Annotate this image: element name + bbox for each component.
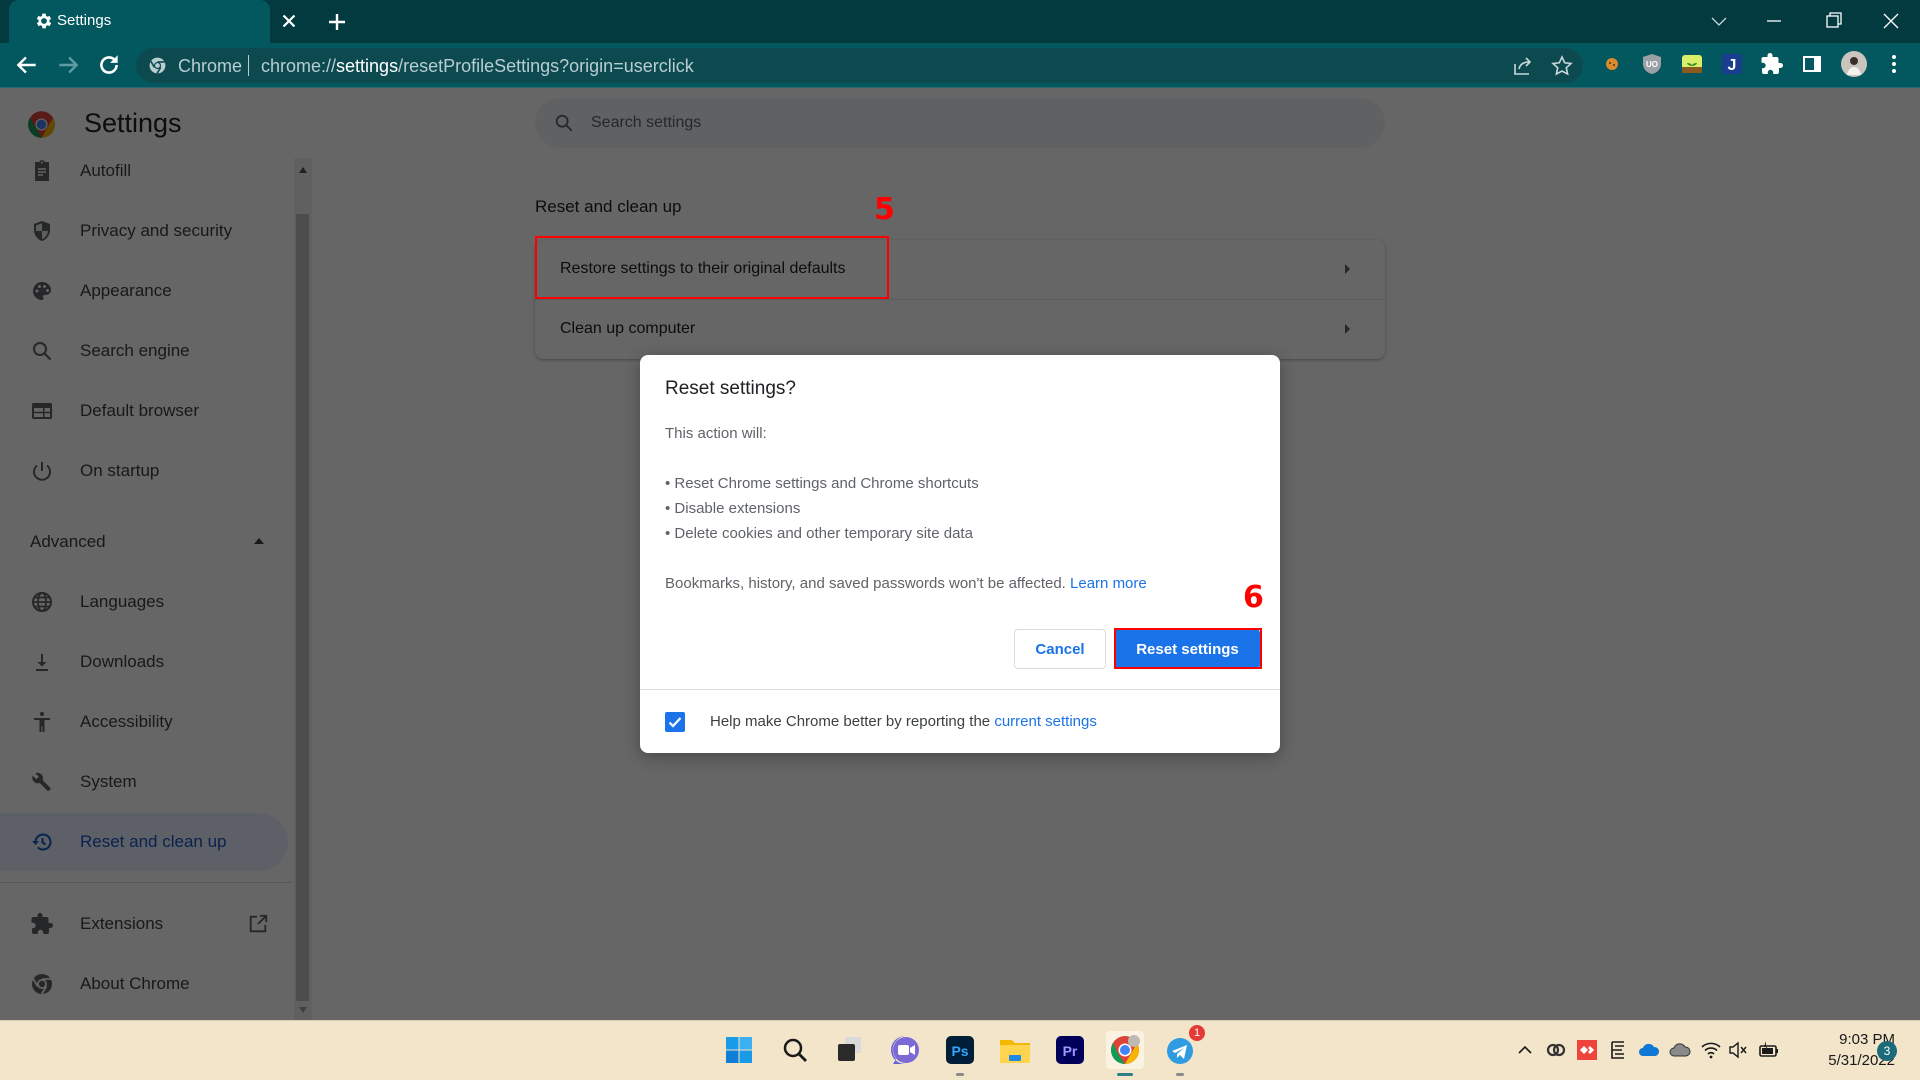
notification-count-badge[interactable]: 3 [1877, 1041, 1897, 1061]
annotation-step-6: 6 [1243, 580, 1264, 615]
url-text[interactable]: chrome://settings/resetProfileSettings?o… [261, 56, 694, 77]
dialog-bullet: • Delete cookies and other temporary sit… [665, 525, 973, 542]
chevron-up-icon[interactable] [1514, 1039, 1536, 1061]
creative-cloud-icon[interactable] [1545, 1039, 1567, 1061]
running-indicator [1176, 1073, 1184, 1076]
profile-avatar-icon[interactable] [1840, 50, 1868, 78]
annotation-step-5: 5 [874, 192, 895, 227]
dialog-intro: This action will: [665, 425, 767, 442]
learn-more-link[interactable]: Learn more [1070, 575, 1147, 592]
windows-taskbar: Ps Pr 1 9:03 PM 5/31/2022 3 [0, 1020, 1920, 1080]
current-settings-link[interactable]: current settings [994, 713, 1097, 730]
photoshop-icon: Ps [946, 1036, 974, 1064]
address-bar[interactable]: Chrome chrome://settings/resetProfileSet… [136, 48, 1583, 83]
tab-strip: Settings [0, 0, 1920, 43]
dialog-divider [640, 689, 1280, 690]
extensions-puzzle-icon[interactable] [1760, 52, 1784, 76]
annotation-box-step-6 [1114, 628, 1262, 669]
telegram-badge: 1 [1189, 1025, 1205, 1041]
omnibox-separator [248, 55, 249, 76]
svg-text:UO: UO [1646, 60, 1658, 69]
arrow-left-icon[interactable] [14, 52, 40, 78]
star-icon[interactable] [1550, 54, 1574, 78]
dialog-bullet: • Disable extensions [665, 500, 801, 517]
meet-chat-icon [891, 1036, 919, 1064]
restore-window-icon[interactable] [1818, 8, 1848, 34]
task-view-icon [838, 1037, 861, 1061]
site-name: Chrome [178, 56, 243, 76]
taskbar-start[interactable] [720, 1031, 758, 1069]
reset-settings-dialog: Reset settings? This action will: • Rese… [640, 355, 1280, 753]
browser-toolbar: Chrome chrome://settings/resetProfileSet… [0, 43, 1920, 88]
svg-text:Pr: Pr [1063, 1043, 1078, 1059]
onedrive-personal-icon[interactable] [1669, 1039, 1691, 1061]
j-extension-icon[interactable]: J [1720, 52, 1744, 76]
dialog-title: Reset settings? [665, 378, 796, 399]
svg-text:J: J [1728, 57, 1737, 74]
taskbar-meet-chat[interactable] [886, 1031, 924, 1069]
taskbar-search[interactable] [776, 1031, 814, 1069]
volume-muted-icon[interactable] [1727, 1039, 1749, 1061]
taskbar-premiere[interactable]: Pr [1051, 1031, 1089, 1069]
dialog-bullet: • Reset Chrome settings and Chrome short… [665, 475, 979, 492]
taskbar-chrome[interactable] [1106, 1031, 1144, 1076]
running-indicator [956, 1073, 964, 1076]
gear-icon [36, 13, 52, 29]
onedrive-icon[interactable] [1638, 1039, 1660, 1061]
cookie-extension-icon[interactable] [1600, 52, 1624, 76]
close-tab-icon[interactable] [278, 10, 300, 32]
search-icon [783, 1038, 807, 1062]
report-settings-checkbox[interactable] [665, 712, 685, 732]
close-window-icon[interactable] [1876, 8, 1906, 34]
premiere-pro-icon: Pr [1056, 1036, 1084, 1064]
taskbar-task-view[interactable] [831, 1031, 869, 1069]
reload-icon[interactable] [96, 52, 122, 78]
taskbar-telegram[interactable]: 1 [1161, 1025, 1205, 1076]
new-tab-plus-icon[interactable] [325, 10, 349, 34]
evernote-icon[interactable] [1607, 1039, 1629, 1061]
share-icon[interactable] [1511, 54, 1535, 78]
taskbar-photoshop[interactable]: Ps [941, 1031, 979, 1076]
report-settings-label: Help make Chrome better by reporting the… [710, 713, 1097, 730]
arrow-right-icon[interactable] [55, 52, 81, 78]
svg-text:Ps: Ps [951, 1043, 968, 1059]
chrome-site-icon [149, 57, 166, 74]
annotation-box-step-5 [535, 236, 889, 299]
chrome-icon [1111, 1035, 1140, 1064]
ublock-origin-icon[interactable]: UO [1640, 52, 1664, 76]
minimize-icon[interactable] [1759, 8, 1789, 34]
forest-extension-icon[interactable] [1680, 52, 1704, 76]
anydesk-icon[interactable] [1576, 1039, 1598, 1061]
taskbar-file-explorer[interactable] [996, 1031, 1034, 1069]
tab-settings[interactable]: Settings [9, 0, 270, 43]
wifi-icon[interactable] [1700, 1039, 1722, 1061]
kebab-menu-icon[interactable] [1882, 52, 1906, 76]
battery-charging-icon[interactable] [1758, 1039, 1780, 1061]
tab-search-chevron-icon[interactable] [1704, 8, 1734, 34]
cancel-button[interactable]: Cancel [1014, 629, 1106, 669]
file-explorer-icon [1000, 1040, 1030, 1063]
side-panel-icon[interactable] [1800, 52, 1824, 76]
windows-start-icon [726, 1037, 752, 1063]
checkmark-icon [668, 717, 682, 728]
active-indicator [1117, 1073, 1133, 1076]
tab-title: Settings [57, 12, 112, 29]
dialog-note: Bookmarks, history, and saved passwords … [665, 575, 1147, 592]
